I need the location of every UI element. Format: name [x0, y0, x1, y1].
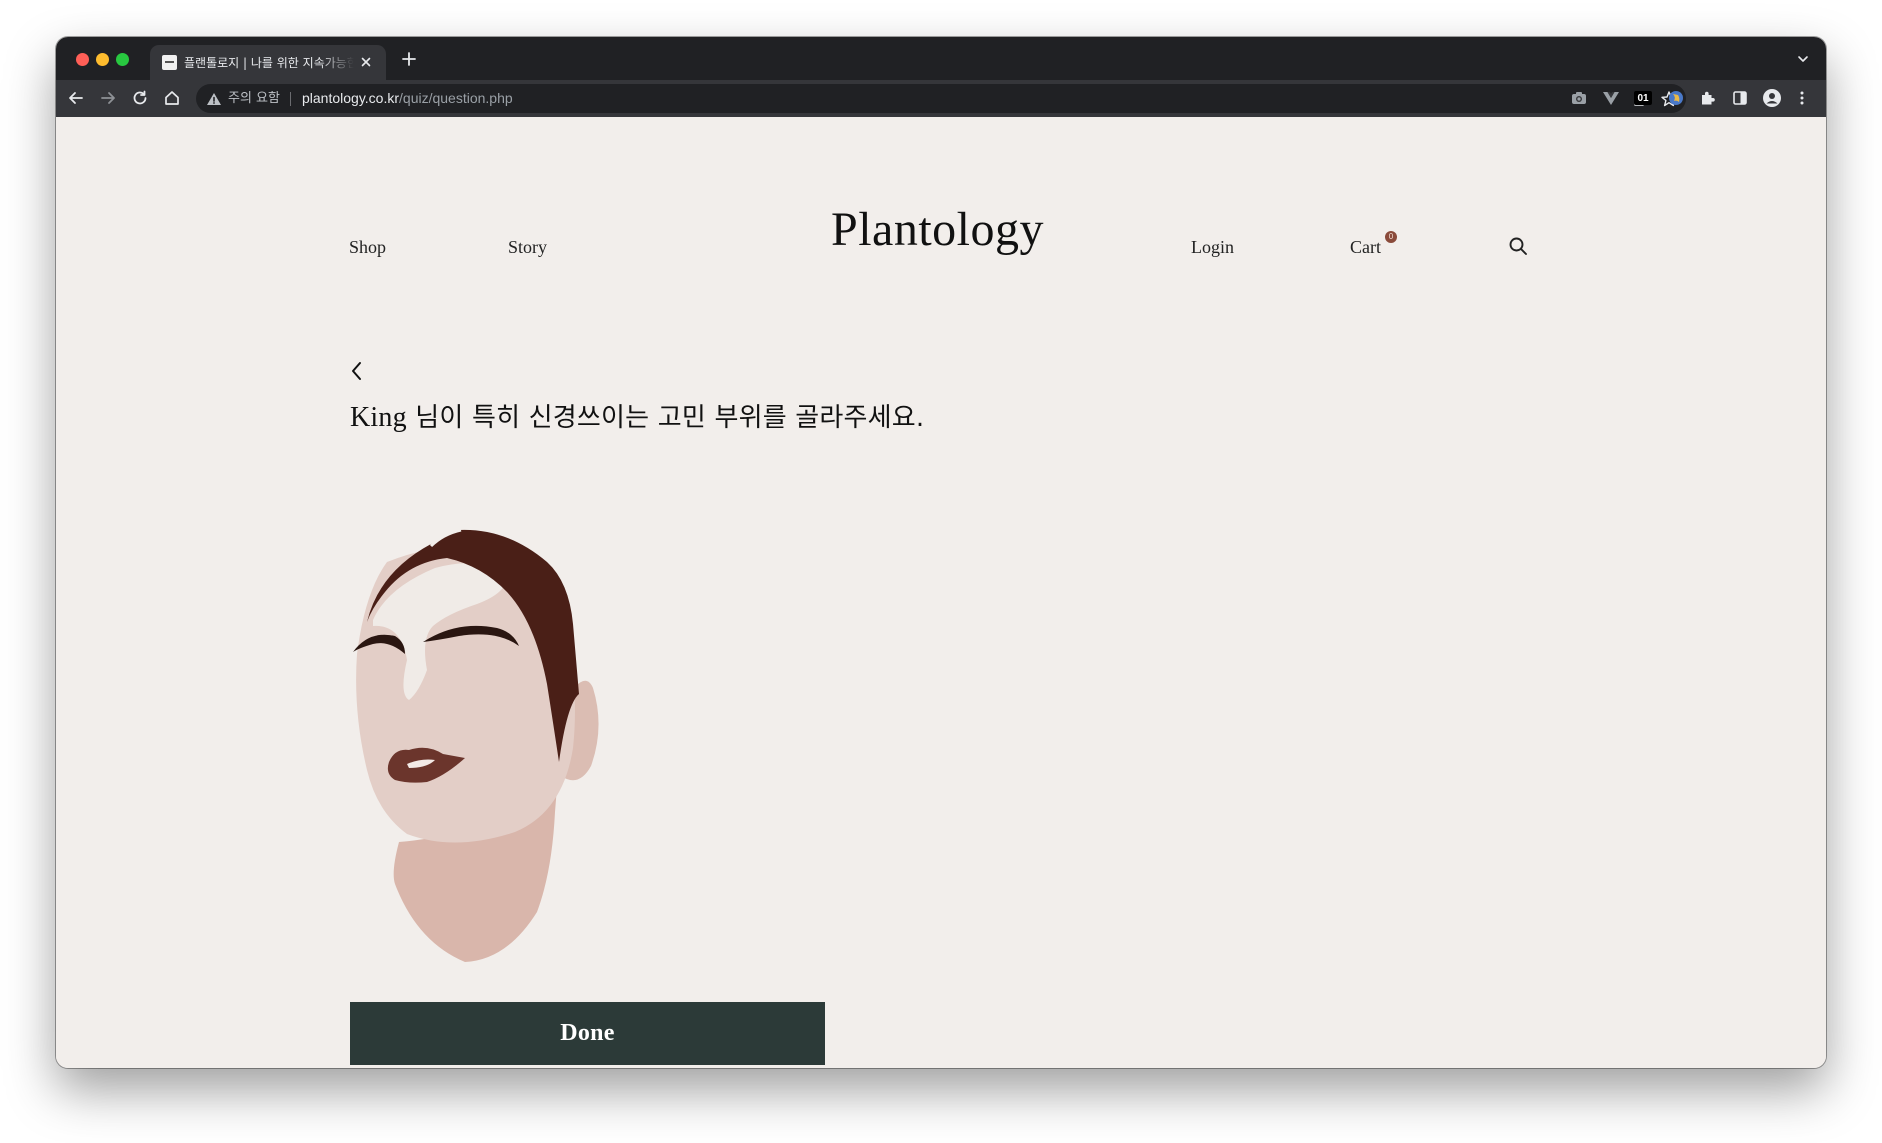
search-icon[interactable]	[1507, 235, 1529, 257]
cart-count-badge: 0	[1385, 231, 1397, 243]
address-separator	[290, 92, 291, 106]
browser-toolbar: 주의 요함 plantology.co.kr/quiz/question.php…	[56, 80, 1826, 117]
vue-devtools-icon[interactable]	[1601, 88, 1621, 108]
browser-window: 플랜톨로지 | 나를 위한 지속가능한 케어	[56, 37, 1826, 1068]
close-tab-icon[interactable]	[358, 54, 374, 70]
nav-story[interactable]: Story	[508, 236, 547, 258]
home-button[interactable]	[161, 87, 183, 109]
page-content: Shop Story Plantology Login Cart 0 King …	[56, 117, 1826, 1068]
address-bar[interactable]: 주의 요함 plantology.co.kr/quiz/question.php	[196, 84, 1686, 113]
tab-strip: 플랜톨로지 | 나를 위한 지속가능한 케어	[56, 37, 1826, 80]
favicon-icon	[162, 55, 177, 70]
globe-extension-icon[interactable]	[1666, 88, 1686, 108]
reload-button[interactable]	[129, 87, 151, 109]
url-text[interactable]: plantology.co.kr/quiz/question.php	[302, 89, 513, 108]
nav-login[interactable]: Login	[1191, 236, 1234, 258]
reload-icon	[133, 90, 147, 105]
warning-icon[interactable]	[206, 91, 222, 107]
nav-shop[interactable]: Shop	[349, 236, 386, 258]
profile-avatar-icon[interactable]	[1762, 88, 1782, 108]
done-button[interactable]: Done	[350, 1002, 825, 1065]
chevron-down-icon[interactable]	[1796, 52, 1810, 66]
arrow-right-icon	[101, 92, 115, 104]
chevron-left-icon[interactable]	[348, 360, 366, 382]
home-icon	[165, 91, 179, 105]
tab-title: 플랜톨로지 | 나를 위한 지속가능한 케어	[184, 56, 354, 70]
nav-cart[interactable]: Cart	[1350, 236, 1381, 258]
extension-01-icon[interactable]: 01	[1634, 91, 1652, 105]
browser-tab[interactable]: 플랜톨로지 | 나를 위한 지속가능한 케어	[150, 45, 386, 80]
camera-extension-icon[interactable]	[1569, 88, 1589, 108]
new-tab-icon[interactable]	[400, 50, 418, 68]
maximize-window-button[interactable]	[116, 53, 129, 66]
arrow-left-icon	[69, 92, 83, 104]
puzzle-extensions-icon[interactable]	[1698, 88, 1718, 108]
question-text: 님이 특히 신경쓰이는 고민 부위를 골라주세요.	[406, 403, 925, 433]
url-host: plantology.co.kr	[302, 90, 400, 106]
forward-button[interactable]	[97, 87, 119, 109]
site-logo[interactable]: Plantology	[831, 202, 1044, 258]
back-button[interactable]	[65, 87, 87, 109]
user-name: King	[350, 402, 407, 433]
minimize-window-button[interactable]	[96, 53, 109, 66]
side-panel-icon[interactable]	[1730, 88, 1750, 108]
face-illustration	[353, 528, 599, 962]
quiz-question: King 님이 특히 신경쓰이는 고민 부위를 골라주세요.	[350, 401, 924, 435]
kebab-menu-icon[interactable]	[1792, 88, 1812, 108]
security-warning-label[interactable]: 주의 요함	[228, 89, 280, 108]
close-window-button[interactable]	[76, 53, 89, 66]
url-path: /quiz/question.php	[399, 90, 513, 106]
